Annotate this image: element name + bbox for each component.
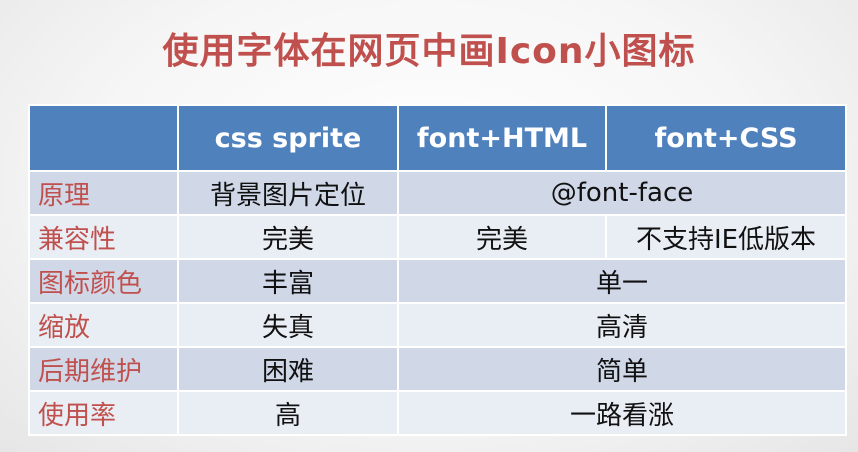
cell-css-sprite: 完美: [177, 214, 399, 260]
cell-font-html: 完美: [397, 214, 607, 260]
cell-css-sprite: 失真: [177, 302, 399, 348]
table-row: 后期维护 困难 简单: [28, 346, 847, 392]
cell-font: 一路看涨: [397, 390, 847, 436]
table-row: 缩放 失真 高清: [28, 302, 847, 348]
comparison-table: css sprite font+HTML font+CSS 原理 背景图片定位 …: [28, 104, 847, 436]
cell-font: 单一: [397, 258, 847, 304]
row-label: 兼容性: [28, 214, 179, 260]
row-label: 原理: [28, 170, 179, 216]
cell-css-sprite: 高: [177, 390, 399, 436]
row-label: 使用率: [28, 390, 179, 436]
cell-font-css: 不支持IE低版本: [605, 214, 847, 260]
header-cell-empty: [28, 104, 179, 172]
cell-font: @font-face: [397, 170, 847, 216]
header-cell-css-sprite: css sprite: [177, 104, 399, 172]
cell-css-sprite: 丰富: [177, 258, 399, 304]
cell-font: 高清: [397, 302, 847, 348]
table-row: 图标颜色 丰富 单一: [28, 258, 847, 304]
cell-font: 简单: [397, 346, 847, 392]
table-row: 原理 背景图片定位 @font-face: [28, 170, 847, 216]
row-label: 后期维护: [28, 346, 179, 392]
header-cell-font-css: font+CSS: [605, 104, 847, 172]
row-label: 图标颜色: [28, 258, 179, 304]
cell-css-sprite: 背景图片定位: [177, 170, 399, 216]
slide-title: 使用字体在网页中画Icon小图标: [162, 31, 696, 72]
table-row: 兼容性 完美 完美 不支持IE低版本: [28, 214, 847, 260]
row-label: 缩放: [28, 302, 179, 348]
table-row: 使用率 高 一路看涨: [28, 390, 847, 436]
table-header-row: css sprite font+HTML font+CSS: [28, 104, 847, 172]
cell-css-sprite: 困难: [177, 346, 399, 392]
header-cell-font-html: font+HTML: [397, 104, 607, 172]
